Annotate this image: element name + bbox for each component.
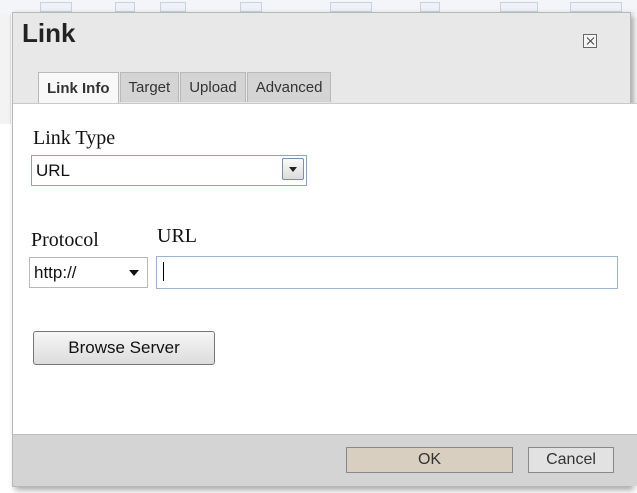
- browse-server-button[interactable]: Browse Server: [33, 331, 215, 365]
- text-caret: [163, 262, 164, 281]
- dialog-title: Link: [22, 18, 76, 48]
- tab-bar: Link Info Target Upload Advanced: [38, 72, 332, 104]
- editor-side-background: [0, 14, 11, 124]
- tab-link-info[interactable]: Link Info: [38, 72, 119, 104]
- protocol-select[interactable]: http://: [29, 257, 148, 288]
- chevron-down-icon[interactable]: [129, 270, 139, 276]
- tab-advanced[interactable]: Advanced: [246, 72, 332, 102]
- toolbar-icon: [570, 2, 622, 12]
- cancel-button[interactable]: Cancel: [528, 447, 614, 473]
- toolbar-icon: [160, 2, 186, 12]
- toolbar-icon: [115, 2, 135, 12]
- link-type-select[interactable]: URL: [31, 155, 307, 186]
- toolbar-icon: [40, 2, 72, 12]
- close-icon[interactable]: [583, 34, 597, 48]
- protocol-label: Protocol: [31, 229, 99, 251]
- toolbar-icon: [240, 2, 262, 12]
- toolbar-icon: [500, 2, 538, 12]
- link-type-value: URL: [36, 160, 71, 180]
- url-input[interactable]: [156, 256, 618, 289]
- protocol-value: http://: [34, 262, 77, 282]
- toolbar-icon: [330, 2, 372, 12]
- ok-button[interactable]: OK: [346, 447, 513, 473]
- tab-target[interactable]: Target: [119, 72, 180, 102]
- link-type-label: Link Type: [33, 127, 116, 149]
- chevron-down-icon[interactable]: [282, 158, 304, 180]
- url-label: URL: [157, 225, 197, 247]
- toolbar-icon: [420, 2, 440, 12]
- tab-upload[interactable]: Upload: [180, 72, 246, 102]
